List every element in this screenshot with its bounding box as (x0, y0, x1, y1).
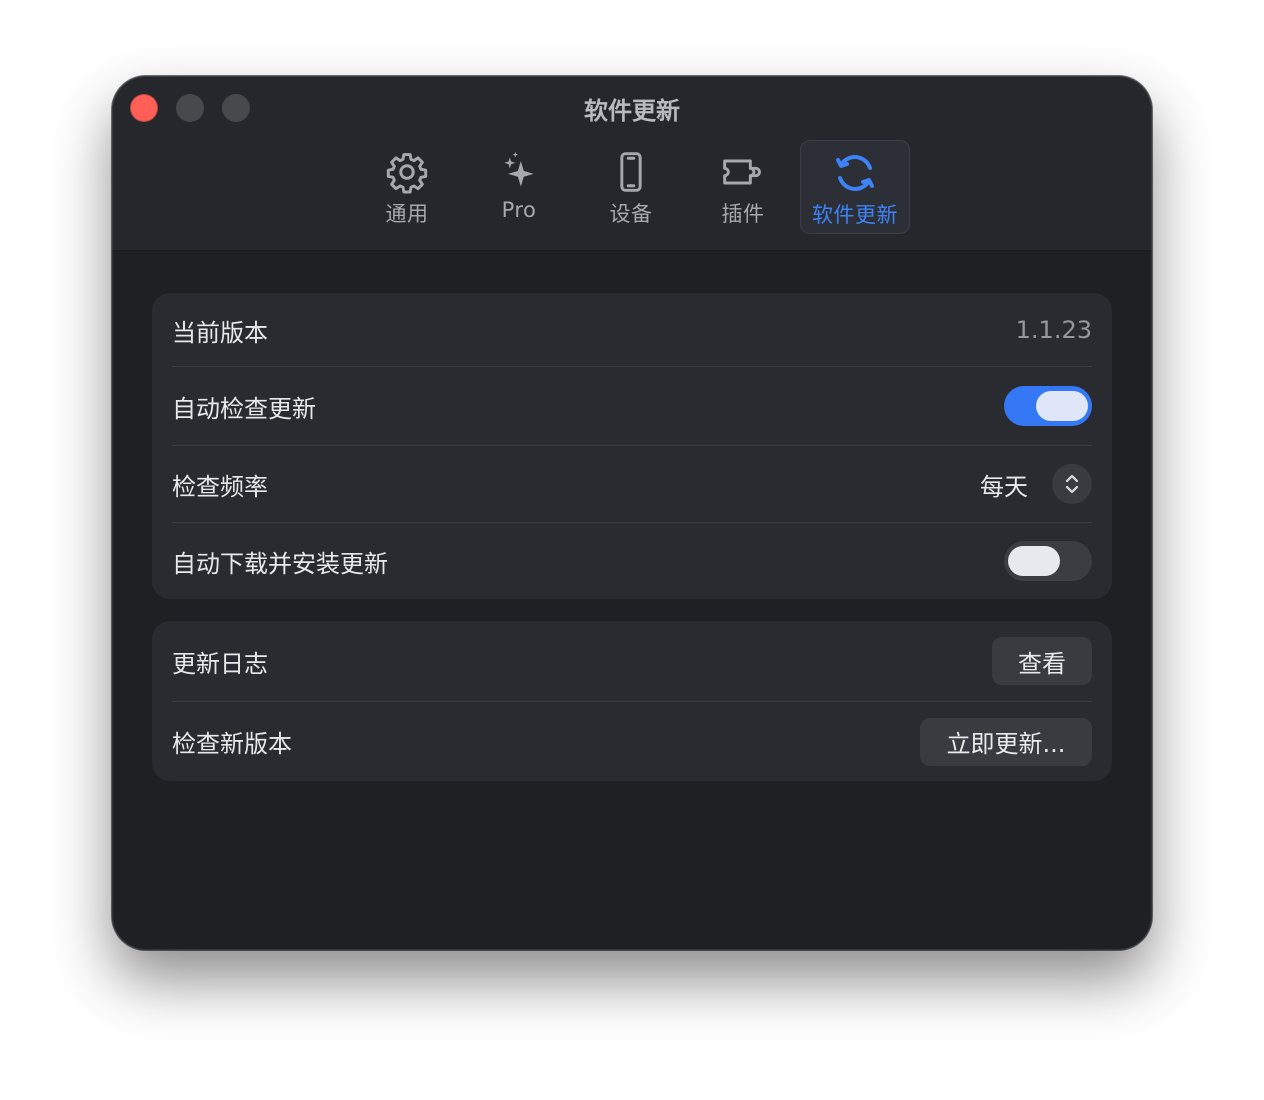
phone-icon (607, 148, 655, 196)
tab-pro-label: Pro (501, 198, 537, 222)
changelog-row: 更新日志 查看 (172, 621, 1092, 701)
plugin-icon (719, 148, 767, 196)
update-actions-group: 更新日志 查看 检查新版本 立即更新... (152, 621, 1112, 781)
check-new-version-label: 检查新版本 (172, 730, 292, 758)
changelog-label: 更新日志 (172, 649, 268, 678)
check-frequency-select[interactable]: 每天 (980, 464, 1092, 504)
tab-general-label: 通用 (385, 202, 429, 226)
auto-check-row: 自动检查更新 (172, 367, 1092, 445)
toggle-knob (1008, 546, 1060, 576)
tab-general[interactable]: 通用 (352, 140, 462, 234)
check-new-version-row: 检查新版本 立即更新... (172, 702, 1092, 781)
check-frequency-row: 检查频率 每天 (172, 446, 1092, 522)
toggle-knob (1036, 391, 1088, 421)
auto-download-row: 自动下载并安装更新 (172, 523, 1092, 599)
tab-software-update[interactable]: 软件更新 (800, 140, 910, 234)
tab-pro[interactable]: Pro (464, 140, 574, 234)
auto-check-toggle[interactable] (1004, 386, 1092, 426)
titlebar: 软件更新 通用 Pro 设备 插件 软件更新 (112, 76, 1152, 251)
tab-plugins[interactable]: 插件 (688, 140, 798, 234)
window-title: 软件更新 (584, 97, 680, 125)
tab-devices[interactable]: 设备 (576, 140, 686, 234)
view-changelog-button[interactable]: 查看 (992, 637, 1092, 685)
chevron-up-down-icon (1052, 464, 1092, 504)
current-version-row: 当前版本 1.1.23 (172, 293, 1092, 367)
current-version-label: 当前版本 (172, 318, 268, 347)
update-now-button[interactable]: 立即更新... (920, 717, 1092, 766)
sparkles-icon (495, 148, 543, 196)
auto-download-toggle[interactable] (1004, 541, 1092, 581)
tab-plugins-label: 插件 (721, 202, 765, 226)
check-frequency-value: 每天 (980, 472, 1028, 501)
preferences-window: 软件更新 通用 Pro 设备 插件 软件更新 当前版本 1.1.23 自动检查更… (112, 76, 1152, 950)
update-settings-group: 当前版本 1.1.23 自动检查更新 检查频率 每天 自动下载并安装更新 (152, 293, 1112, 599)
preferences-toolbar: 通用 Pro 设备 插件 软件更新 (112, 140, 1152, 236)
settings-content: 当前版本 1.1.23 自动检查更新 检查频率 每天 自动下载并安装更新 更新日… (112, 251, 1152, 950)
refresh-icon (831, 149, 879, 197)
gear-icon (383, 148, 431, 196)
check-frequency-label: 检查频率 (172, 472, 268, 501)
current-version-value: 1.1.23 (1015, 316, 1092, 344)
auto-check-label: 自动检查更新 (172, 394, 316, 423)
tab-devices-label: 设备 (609, 202, 653, 226)
tab-software-update-label: 软件更新 (812, 203, 898, 227)
auto-download-label: 自动下载并安装更新 (172, 549, 388, 578)
